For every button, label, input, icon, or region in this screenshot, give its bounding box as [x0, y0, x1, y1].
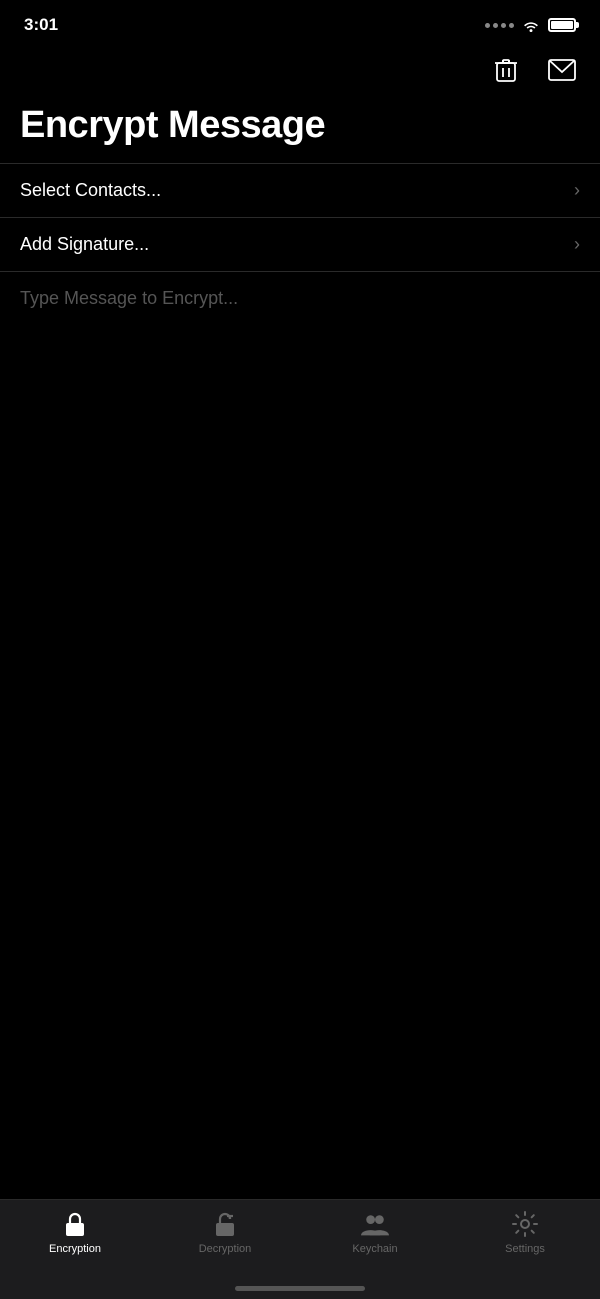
select-contacts-label: Select Contacts...: [20, 180, 161, 201]
status-time: 3:01: [24, 15, 58, 35]
trash-icon: [492, 56, 520, 84]
add-signature-chevron-icon: ›: [574, 234, 580, 255]
gear-icon: [511, 1210, 539, 1238]
mail-button[interactable]: [544, 52, 580, 88]
add-signature-row[interactable]: Add Signature... ›: [0, 218, 600, 272]
keychain-tab-label: Keychain: [352, 1243, 397, 1255]
add-signature-label: Add Signature...: [20, 234, 149, 255]
status-icons: [485, 18, 576, 32]
signal-icon: [485, 23, 514, 28]
decryption-tab-label: Decryption: [199, 1243, 252, 1255]
toolbar: [0, 44, 600, 96]
select-contacts-chevron-icon: ›: [574, 180, 580, 201]
mail-icon: [548, 56, 576, 84]
unlock-icon: [211, 1210, 239, 1238]
decryption-tab[interactable]: Decryption: [150, 1210, 300, 1255]
select-contacts-row[interactable]: Select Contacts... ›: [0, 164, 600, 218]
tab-bar: Encryption Decryption Keychain: [0, 1199, 600, 1299]
message-placeholder: Type Message to Encrypt...: [20, 288, 238, 308]
wifi-icon: [522, 18, 540, 32]
keychain-tab[interactable]: Keychain: [300, 1210, 450, 1255]
trash-button[interactable]: [488, 52, 524, 88]
lock-icon: [61, 1210, 89, 1238]
people-icon: [361, 1210, 389, 1238]
home-indicator: [235, 1286, 365, 1291]
battery-icon: [548, 18, 576, 32]
settings-tab-label: Settings: [505, 1243, 545, 1255]
status-bar: 3:01: [0, 0, 600, 44]
encryption-tab[interactable]: Encryption: [0, 1210, 150, 1255]
message-area[interactable]: Type Message to Encrypt...: [0, 272, 600, 472]
settings-tab[interactable]: Settings: [450, 1210, 600, 1255]
encryption-tab-label: Encryption: [49, 1243, 101, 1255]
page-title: Encrypt Message: [0, 96, 600, 163]
